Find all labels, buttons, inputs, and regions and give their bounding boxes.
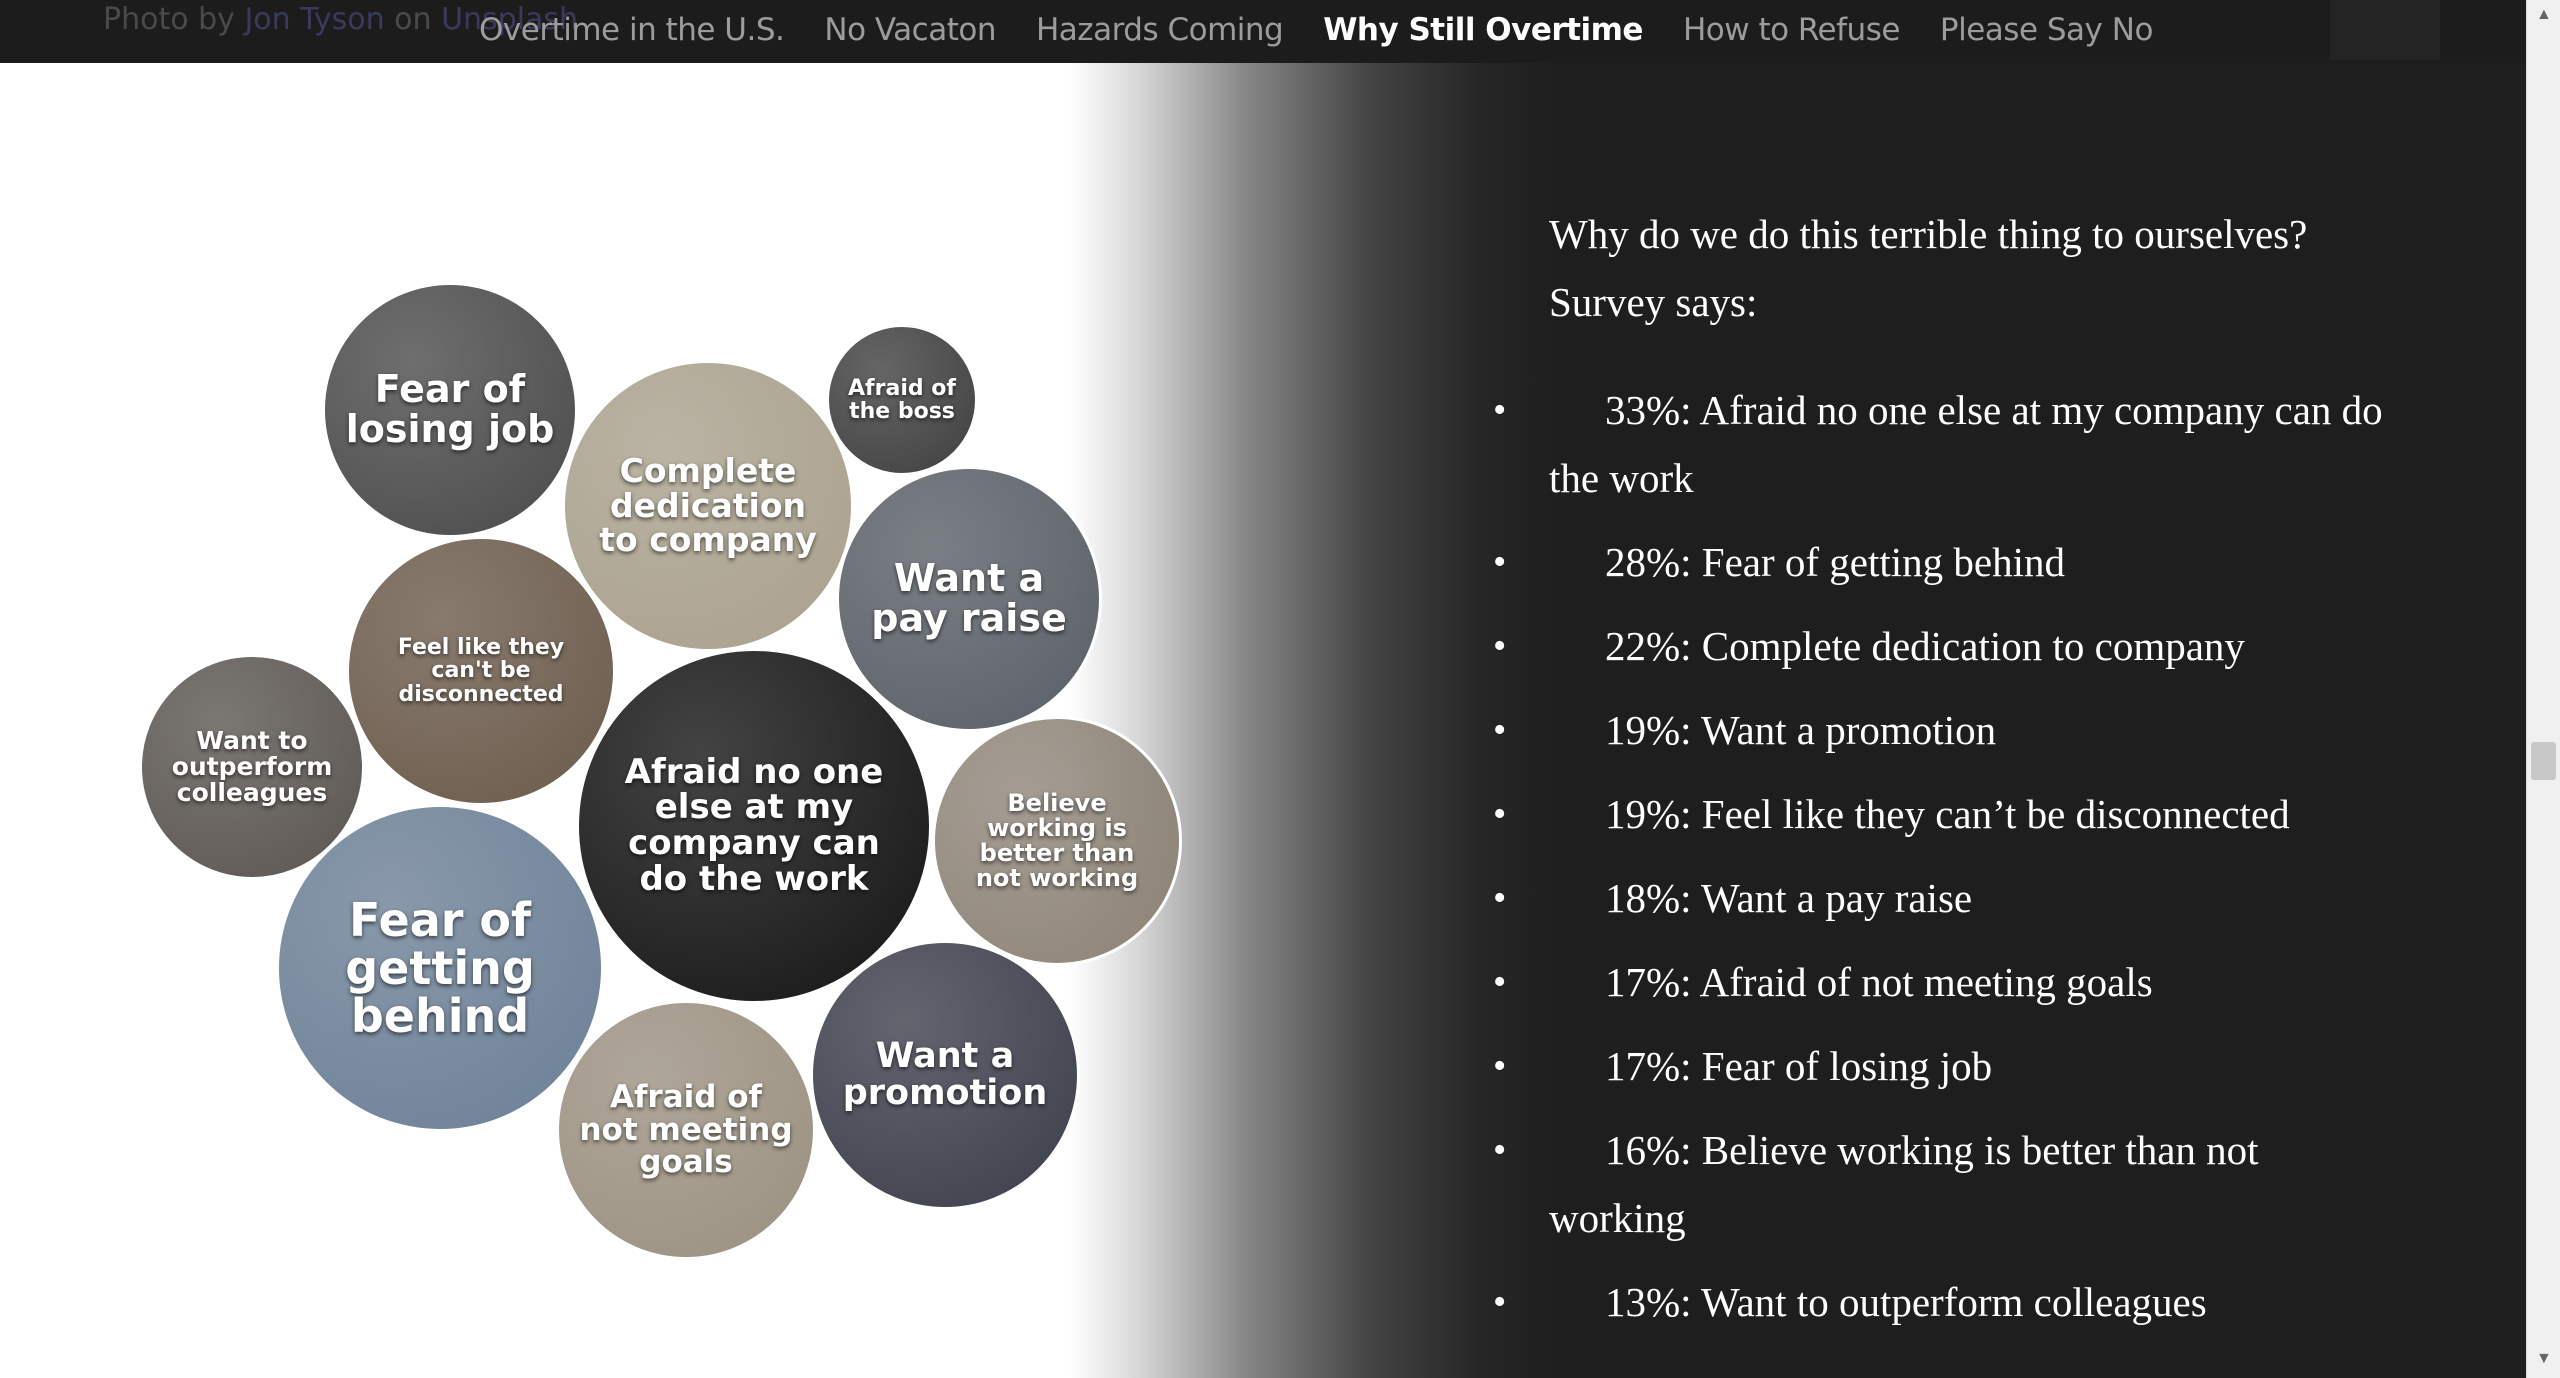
photo-author-link[interactable]: Jon Tyson	[244, 2, 384, 37]
top-navigation: Photo by Jon Tyson on Unsplash Overtime …	[0, 0, 2526, 63]
scrollbar-thumb[interactable]	[2531, 742, 2556, 780]
nav-menu: Overtime in the U.S. No Vacaton Hazards …	[479, 12, 2193, 48]
nav-item-why-still-overtime[interactable]: Why Still Overtime	[1323, 12, 1643, 48]
survey-results-list: 33%: Afraid no one else at my company ca…	[1493, 376, 2389, 1336]
bubble-afraid-of-the-boss: Afraid of the boss	[826, 324, 978, 476]
bubble-afraid-not-meeting-goals: Afraid of not meeting goals	[556, 1000, 816, 1260]
intro-question: Why do we do this terrible thing to ours…	[1549, 211, 2308, 257]
photo-credit-middle: on	[384, 2, 442, 37]
survey-item: 19%: Want a promotion	[1493, 696, 2389, 764]
survey-item: 17%: Afraid of not meeting goals	[1493, 948, 2389, 1016]
survey-item: 18%: Want a pay raise	[1493, 864, 2389, 932]
bubble-label: Fear of losing job	[345, 367, 555, 451]
bubble-label: Afraid of the boss	[848, 375, 956, 424]
survey-content: Why do we do this terrible thing to ours…	[1493, 200, 2389, 1352]
scroll-down-arrow-icon[interactable]: ▼	[2536, 1350, 2552, 1368]
survey-item: 19%: Feel like they can’t be disconnecte…	[1493, 780, 2389, 848]
bubble-fear-of-losing-job: Fear of losing job	[322, 282, 578, 538]
nav-item-please-say-no[interactable]: Please Say No	[1940, 12, 2153, 48]
page-scrollbar[interactable]: ▲ ▼	[2526, 0, 2560, 1378]
bubble-label: Fear of getting behind	[345, 892, 535, 1044]
bubble-label: Complete dedication to company	[599, 451, 817, 560]
photo-credit-prefix: Photo by	[103, 2, 245, 37]
nav-item-hazards-coming[interactable]: Hazards Coming	[1036, 12, 1284, 48]
bubble-want-pay-raise: Want a pay raise	[836, 466, 1102, 732]
nav-item-how-to-refuse[interactable]: How to Refuse	[1683, 12, 1900, 48]
scroll-up-arrow-icon[interactable]: ▲	[2536, 6, 2552, 24]
survey-item: 28%: Fear of getting behind	[1493, 528, 2389, 596]
header-image-fragment	[2330, 0, 2440, 60]
bubble-believe-working-better: Believe working is better than not worki…	[932, 716, 1182, 966]
nav-item-overtime-us[interactable]: Overtime in the U.S.	[479, 12, 785, 48]
bubble-label: Want a promotion	[842, 1036, 1048, 1113]
bubble-feel-cant-be-disconnected: Feel like they can't be disconnected	[346, 536, 616, 806]
bubble-label: Want a pay raise	[871, 556, 1067, 640]
survey-item: 17%: Fear of losing job	[1493, 1032, 2389, 1100]
bubble-afraid-no-one-else: Afraid no one else at my company can do …	[576, 648, 932, 1004]
bubble-label: Afraid no one else at my company can do …	[624, 751, 884, 899]
bubble-label: Afraid of not meeting goals	[579, 1079, 793, 1181]
bubble-want-a-promotion: Want a promotion	[810, 940, 1080, 1210]
nav-item-no-vacation[interactable]: No Vacaton	[824, 12, 996, 48]
bubble-complete-dedication: Complete dedication to company	[562, 360, 854, 652]
survey-item: 13%: Want to outperform colleagues	[1493, 1268, 2389, 1336]
bubble-fear-of-getting-behind: Fear of getting behind	[276, 804, 604, 1132]
survey-item: 16%: Believe working is better than not …	[1493, 1116, 2389, 1252]
bubble-label: Feel like they can't be disconnected	[397, 635, 565, 707]
bubble-label: Want to outperform colleagues	[171, 725, 333, 808]
survey-item: 22%: Complete dedication to company	[1493, 612, 2389, 680]
intro-survey-says: Survey says:	[1549, 279, 1758, 325]
survey-item: 33%: Afraid no one else at my company ca…	[1493, 376, 2389, 512]
bubble-label: Believe working is better than not worki…	[975, 788, 1139, 893]
